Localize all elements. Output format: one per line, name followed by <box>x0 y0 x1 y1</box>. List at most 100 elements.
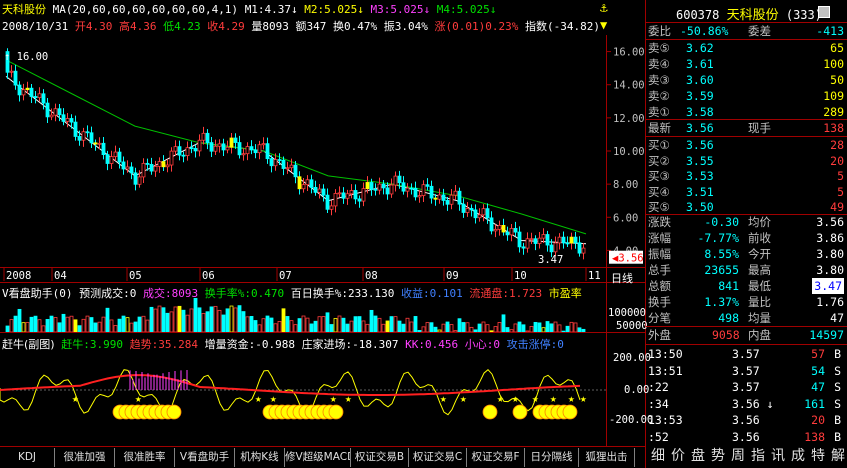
volume-bar <box>205 311 210 332</box>
right-tab[interactable]: 特 <box>808 446 828 467</box>
volume-bar <box>37 319 42 332</box>
candle-body <box>145 162 150 165</box>
candle-body <box>45 102 50 118</box>
volume-bar <box>537 322 542 332</box>
tick-row: :34 3.56 ↓ 161 S <box>648 396 847 412</box>
stock-name[interactable]: 天科股份 <box>2 3 46 16</box>
volume-bar <box>257 324 262 332</box>
tick-time: :52 <box>648 429 669 444</box>
volume-bar <box>341 317 346 332</box>
volume-bar <box>541 327 546 332</box>
volume-bar <box>337 315 342 332</box>
quote-title: 600378 天科股份 (333) <box>676 4 822 23</box>
time-tick-label: 08 <box>365 270 378 282</box>
collapse-icon[interactable]: ▼ <box>600 18 607 32</box>
candle-body <box>41 93 46 104</box>
volume-bar <box>501 314 506 332</box>
bottom-tab[interactable]: 日分隔线 <box>525 448 579 467</box>
volume-bar <box>369 309 374 332</box>
ma-indicator[interactable]: MA(20,60,60,60,60,60,60,4,1) <box>53 3 238 16</box>
right-tab[interactable]: 盘 <box>688 446 708 467</box>
tick-volume: 20 <box>811 413 825 427</box>
right-tab[interactable]: 价 <box>668 446 688 467</box>
stat-value-2: 47 <box>830 311 844 325</box>
volume-bar <box>89 317 94 332</box>
bottom-tab[interactable]: 机构K线 <box>235 448 285 467</box>
volume-bar <box>197 307 202 332</box>
stat-label-2: 均价 <box>748 215 771 229</box>
volume-bar <box>193 298 198 332</box>
candle-body <box>581 247 586 254</box>
buy-price: 3.53 <box>686 169 714 183</box>
stat-label: 涨跌 <box>648 215 671 229</box>
volume-bar <box>189 308 194 332</box>
volume-bar <box>365 323 370 332</box>
bar-volume: 量8093 <box>251 20 289 33</box>
candle-body <box>493 228 498 232</box>
right-tab[interactable]: 解 <box>828 446 847 467</box>
star-icon: ★ <box>255 392 262 405</box>
candle-body <box>241 153 246 156</box>
candle-body <box>57 108 62 116</box>
bottom-tab[interactable]: 很准加强 <box>55 448 115 467</box>
bottom-tab[interactable]: 权证交易C <box>409 448 467 467</box>
volume-bar <box>493 326 498 332</box>
candle-body <box>321 188 326 196</box>
period-label[interactable]: 日线 <box>611 270 633 286</box>
candle-body <box>417 195 422 198</box>
bottom-tab[interactable]: KDJ <box>0 448 55 467</box>
star-icon: ★ <box>580 392 587 405</box>
candle-body <box>445 200 450 205</box>
volume-bar <box>445 321 450 332</box>
candle-body <box>85 131 90 134</box>
indicator-chart[interactable]: ★ ★ ★ ★ ★ ★ ★ ★ ★ ★ ★ ★ ★ ★ <box>0 350 606 446</box>
candle-body <box>149 164 154 172</box>
volume-bar <box>149 306 154 332</box>
right-tab[interactable]: 讯 <box>768 446 788 467</box>
volume-bar <box>209 306 214 332</box>
candle-body <box>77 136 82 141</box>
volume-bar <box>333 318 338 332</box>
bottom-tab[interactable]: 狐狸出击 <box>579 448 635 467</box>
candle-body <box>309 179 314 188</box>
sell-price: 3.62 <box>686 41 714 55</box>
volume-bar <box>517 321 522 332</box>
buy-price: 3.55 <box>686 153 714 168</box>
volume-bar <box>173 306 178 332</box>
candle-body <box>473 209 478 219</box>
candle-body <box>253 149 258 154</box>
volume-bar <box>581 328 586 332</box>
candle-body <box>365 182 370 190</box>
volume-bar <box>45 319 50 332</box>
right-tab[interactable]: 细 <box>648 446 668 467</box>
volume-bar <box>53 317 58 332</box>
anchor-icon[interactable]: ⚓ <box>600 1 608 16</box>
window-toggle-icon[interactable] <box>818 6 830 18</box>
price-tick-label: 8.00 <box>613 179 638 191</box>
price-chart[interactable]: ↑ 16.00 3.47 <box>0 35 606 267</box>
volume-bar <box>69 315 74 332</box>
right-tab[interactable]: 成 <box>788 446 808 467</box>
buy-label: 买① <box>648 138 670 152</box>
volume-bar <box>161 307 166 332</box>
bottom-tab[interactable]: 权证交易F <box>467 448 525 467</box>
bottom-tab[interactable]: V看盘助手 <box>175 448 235 467</box>
bottom-tab[interactable]: 权证交易B <box>351 448 409 467</box>
volume-bar <box>525 330 530 332</box>
volume-chart[interactable] <box>0 298 606 332</box>
candle-body <box>541 234 546 239</box>
right-tab[interactable]: 势 <box>708 446 728 467</box>
candle-body <box>13 70 18 86</box>
weibi-row: 委比 -50.86% 委差 -413 <box>648 24 844 38</box>
candle-body <box>485 208 490 219</box>
bottom-tab[interactable]: 修V超级MACD <box>285 448 351 467</box>
right-tab[interactable]: 周 <box>728 446 748 467</box>
candle-body <box>33 96 38 99</box>
candle-body <box>109 156 114 164</box>
volume-bar <box>297 318 302 332</box>
right-tab[interactable]: 指 <box>748 446 768 467</box>
bottom-tab[interactable]: 很准胜率 <box>115 448 175 467</box>
candle-body <box>405 187 410 192</box>
volume-bar <box>109 319 114 332</box>
stat-value-2: 3.86 <box>816 231 844 245</box>
